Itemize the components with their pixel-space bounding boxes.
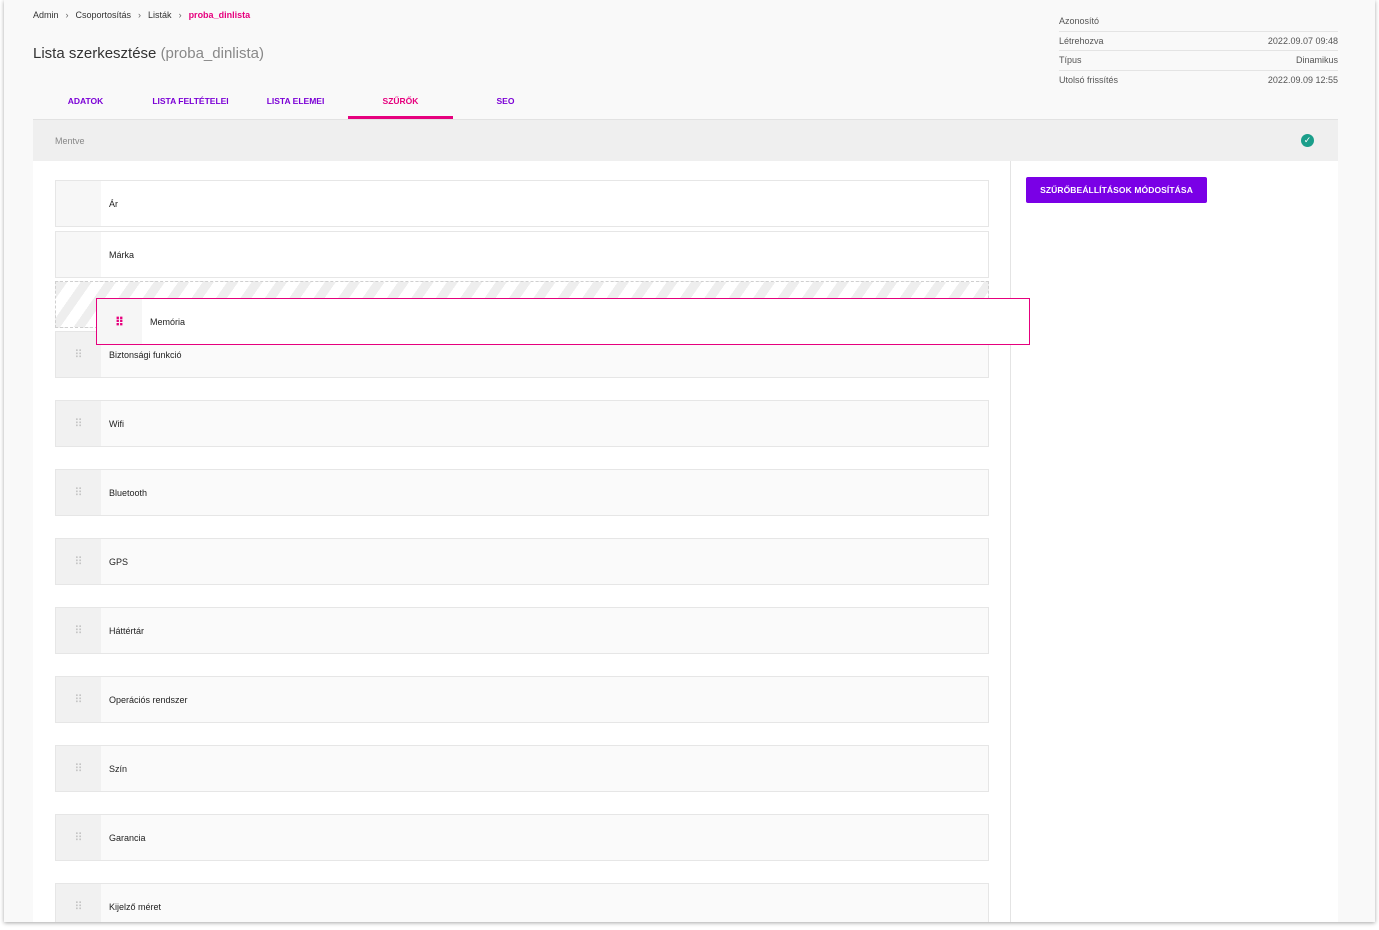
dragging-filter-item-memoria[interactable]: ⠿ Memória: [96, 298, 1030, 345]
filter-item-label: Háttértár: [109, 625, 145, 636]
filter-item-label: Kijelző méret: [109, 901, 162, 912]
filter-item-label: Bluetooth: [109, 487, 148, 498]
meta-panel: Azonosító Létrehozva 2022.09.07 09:48 Tí…: [1059, 12, 1338, 90]
meta-label: Típus: [1059, 55, 1082, 66]
drag-handle-icon[interactable]: ⠿: [56, 815, 101, 860]
filter-item-gps[interactable]: ⠿ GPS: [55, 538, 989, 585]
filter-item-bluetooth[interactable]: ⠿ Bluetooth: [55, 469, 989, 516]
tab-lista-elemei[interactable]: LISTA ELEMEI: [243, 90, 348, 119]
drag-handle-icon[interactable]: ⠿: [97, 299, 142, 344]
meta-row-azonosito: Azonosító: [1059, 12, 1338, 32]
filters-panel: SZŰRŐBEÁLLÍTÁSOK MÓDOSÍTÁSA Ár Márka ⠿ B…: [33, 161, 1338, 922]
breadcrumb-separator-icon: ›: [178, 10, 182, 20]
handle-area: [56, 181, 101, 226]
filter-item-ar: Ár: [55, 180, 989, 227]
save-status-bar: Mentve ✓: [33, 119, 1338, 161]
meta-row-utolso-frissites: Utolsó frissítés 2022.09.09 12:55: [1059, 71, 1338, 91]
edit-filter-settings-button[interactable]: SZŰRŐBEÁLLÍTÁSOK MÓDOSÍTÁSA: [1026, 177, 1207, 203]
tab-lista-feltetelei[interactable]: LISTA FELTÉTELEI: [138, 90, 243, 119]
page-title-text: Lista szerkesztése: [33, 45, 157, 62]
meta-row-tipus: Típus Dinamikus: [1059, 51, 1338, 71]
meta-value: 2022.09.07 09:48: [1267, 35, 1338, 46]
breadcrumb-current: proba_dinlista: [188, 10, 251, 20]
breadcrumb-separator-icon: ›: [138, 10, 142, 20]
filter-item-label: Biztonsági funkció: [109, 349, 182, 360]
drag-handle-icon[interactable]: ⠿: [56, 539, 101, 584]
drag-handle-icon[interactable]: ⠿: [56, 608, 101, 653]
drag-handle-icon[interactable]: ⠿: [56, 332, 101, 377]
tab-adatok[interactable]: ADATOK: [33, 90, 138, 119]
filter-item-szin[interactable]: ⠿ Szín: [55, 745, 989, 792]
check-circle-icon: ✓: [1301, 134, 1314, 147]
handle-area: [56, 232, 101, 277]
breadcrumb-separator-icon: ›: [65, 10, 69, 20]
app-window: Admin › Csoportosítás › Listák › proba_d…: [4, 0, 1375, 922]
filter-item-label: Garancia: [109, 832, 146, 843]
meta-label: Azonosító: [1059, 16, 1100, 27]
drag-handle-icon[interactable]: ⠿: [56, 470, 101, 515]
filter-item-label: Szín: [109, 763, 128, 774]
status-text: Mentve: [55, 136, 85, 146]
drag-handle-icon[interactable]: ⠿: [56, 677, 101, 722]
filter-item-label: GPS: [109, 556, 129, 567]
filter-item-label: Wifi: [109, 418, 124, 429]
meta-value: Dinamikus: [1295, 55, 1338, 66]
meta-label: Létrehozva: [1059, 35, 1104, 46]
tab-szurok[interactable]: SZŰRŐK: [348, 90, 453, 119]
filter-item-kijelzo-meret[interactable]: ⠿ Kijelző méret: [55, 883, 989, 922]
filter-item-label: Márka: [109, 249, 135, 260]
page-subtitle: (proba_dinlista): [160, 45, 264, 62]
divider: [1010, 161, 1011, 922]
tab-seo[interactable]: SEO: [453, 90, 558, 119]
meta-row-letrehozva: Létrehozva 2022.09.07 09:48: [1059, 32, 1338, 51]
filter-item-hattertar[interactable]: ⠿ Háttértár: [55, 607, 989, 654]
filter-item-wifi[interactable]: ⠿ Wifi: [55, 400, 989, 447]
breadcrumb: Admin › Csoportosítás › Listák › proba_d…: [33, 10, 250, 20]
filter-item-label: Ár: [109, 198, 118, 209]
meta-label: Utolsó frissítés: [1059, 75, 1119, 86]
filter-item-marka: Márka: [55, 231, 989, 278]
page-title: Lista szerkesztése (proba_dinlista): [33, 45, 264, 62]
breadcrumb-listak[interactable]: Listák: [148, 10, 172, 20]
filter-item-label: Memória: [150, 316, 186, 327]
breadcrumb-admin[interactable]: Admin: [33, 10, 59, 20]
filter-item-garancia[interactable]: ⠿ Garancia: [55, 814, 989, 861]
filter-item-operacios-rendszer[interactable]: ⠿ Operációs rendszer: [55, 676, 989, 723]
drag-handle-icon[interactable]: ⠿: [56, 401, 101, 446]
filter-item-label: Operációs rendszer: [109, 694, 188, 705]
meta-value: 2022.09.09 12:55: [1267, 75, 1338, 86]
breadcrumb-csoportositas[interactable]: Csoportosítás: [76, 10, 132, 20]
drag-handle-icon[interactable]: ⠿: [56, 746, 101, 791]
drag-handle-icon[interactable]: ⠿: [56, 884, 101, 922]
tab-bar: ADATOK LISTA FELTÉTELEI LISTA ELEMEI SZŰ…: [33, 90, 558, 119]
